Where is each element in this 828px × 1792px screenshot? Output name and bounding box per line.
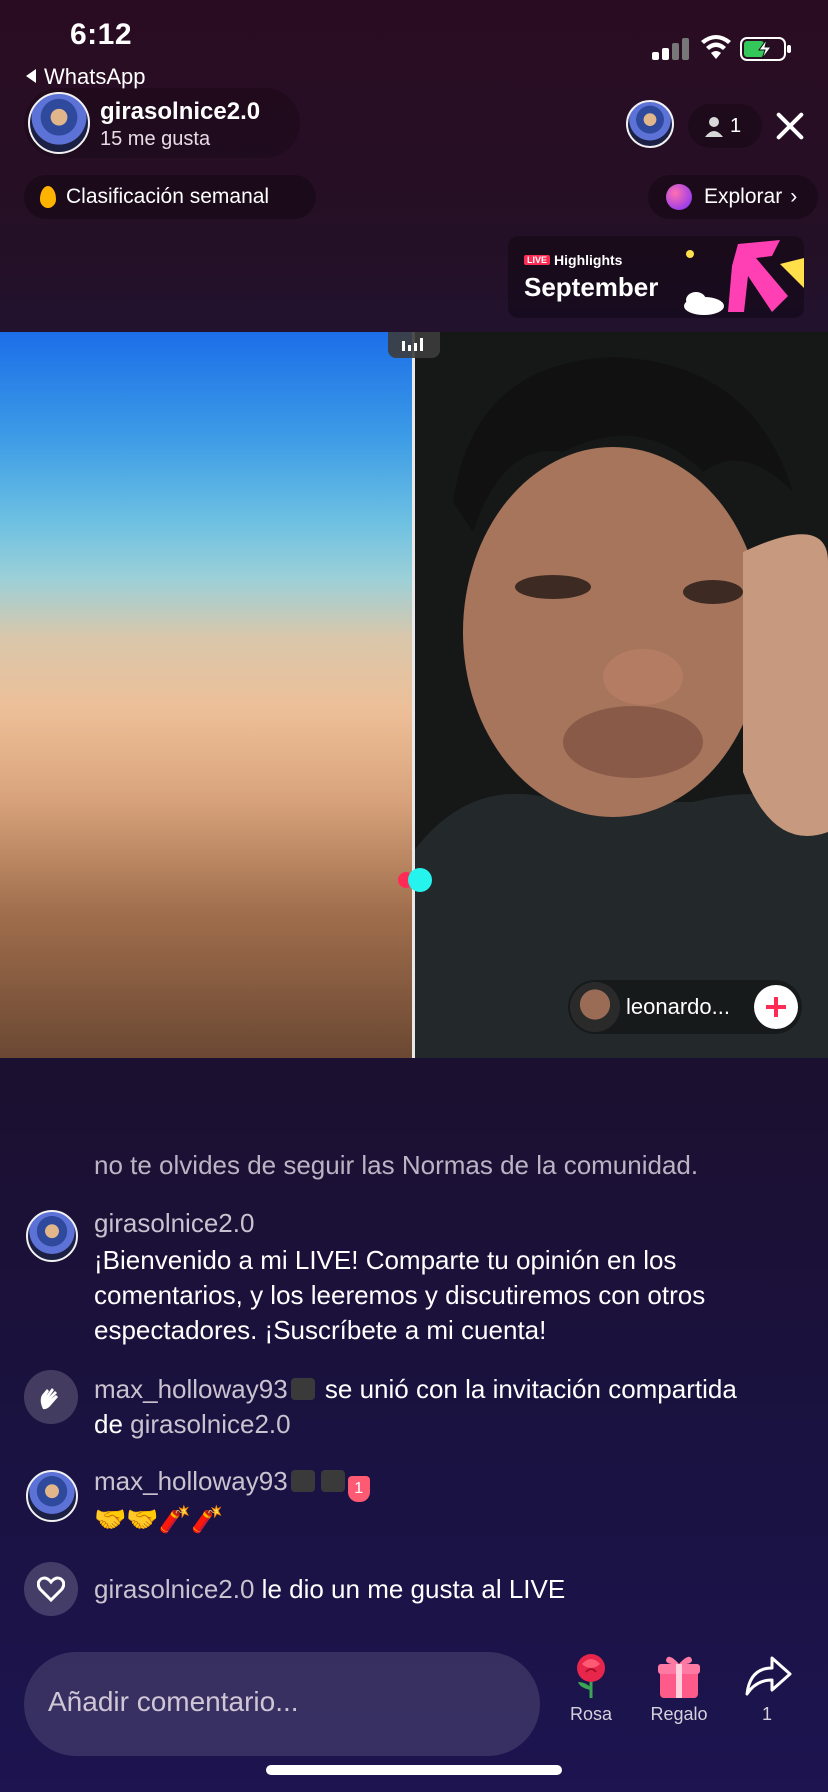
- moderator-badge-icon: [320, 1470, 345, 1492]
- chat-message-text: se unió con la invitación compartida: [324, 1374, 737, 1404]
- home-indicator[interactable]: [266, 1765, 562, 1775]
- cellular-signal-icon: [652, 38, 690, 60]
- rose-button[interactable]: Rosa: [546, 1652, 636, 1756]
- gift-label: Regalo: [650, 1704, 708, 1724]
- guest-info-pill[interactable]: leonardo...: [568, 980, 802, 1034]
- multi-guest-indicator-icon: [398, 868, 434, 892]
- back-app-label: WhatsApp: [44, 64, 146, 89]
- highlights-art-icon: [684, 240, 804, 315]
- waving-hand-icon: [40, 1388, 58, 1410]
- audio-bars-icon: [402, 338, 423, 351]
- chat-message-text: de: [94, 1409, 123, 1439]
- subscriber-badge-icon: [290, 1470, 315, 1492]
- subscriber-badge-icon: [290, 1378, 315, 1400]
- comment-input-placeholder: Añadir comentario...: [48, 1686, 299, 1717]
- planet-icon: [666, 184, 692, 210]
- comment-input[interactable]: Añadir comentario...: [24, 1652, 540, 1756]
- person-icon: [705, 117, 723, 137]
- battery-icon: [740, 36, 792, 62]
- chat-message: max_holloway93 se unió con la invitación…: [94, 1372, 814, 1442]
- rank-badge-icon: 1: [347, 1476, 370, 1502]
- rank-badge-value: 1: [354, 1480, 364, 1497]
- flame-icon: [40, 186, 56, 208]
- chat-message: girasolnice2.0 le dio un me gusta al LIV…: [94, 1572, 794, 1607]
- chat-referrer-username[interactable]: girasolnice2.0: [130, 1409, 290, 1439]
- guest-avatar[interactable]: [570, 982, 620, 1032]
- guest-video-feed[interactable]: [413, 332, 828, 1058]
- gift-icon: [658, 1656, 700, 1698]
- chat-message-text: le dio un me gusta al LIVE: [261, 1574, 566, 1604]
- highlights-banner[interactable]: LIVE Highlights September: [508, 236, 804, 318]
- follow-guest-button[interactable]: [754, 985, 798, 1029]
- guest-name[interactable]: leonardo...: [626, 994, 730, 1020]
- weekly-ranking-label: Clasificación semanal: [66, 185, 270, 208]
- chat-username[interactable]: max_holloway93: [94, 1374, 288, 1404]
- chat-message: max_holloway93 1 🤝🤝🧨🧨: [94, 1464, 794, 1537]
- share-count: 1: [761, 1704, 772, 1724]
- chevron-right-icon: ›: [790, 185, 798, 208]
- status-time: 6:12: [70, 18, 133, 51]
- chat-avatar[interactable]: [26, 1470, 78, 1522]
- live-badge: LIVE: [524, 255, 551, 265]
- audio-level-tab[interactable]: [388, 332, 440, 358]
- rose-icon: [577, 1654, 605, 1698]
- back-to-app-link[interactable]: WhatsApp: [26, 64, 146, 90]
- community-notice: no te olvides de seguir las Normas de la…: [94, 1150, 699, 1180]
- explore-label: Explorar: [704, 185, 783, 208]
- host-likes: 15 me gusta: [100, 128, 211, 150]
- weekly-ranking-button[interactable]: Clasificación semanal: [24, 175, 316, 219]
- host-video-feed[interactable]: [0, 332, 413, 1058]
- share-arrow-icon: [745, 1656, 792, 1696]
- guest-camera-image: [413, 332, 828, 1058]
- highlights-month: September: [524, 272, 659, 302]
- chat-username[interactable]: girasolnice2.0: [94, 1206, 794, 1241]
- chat-message-text: ¡Bienvenido a mi LIVE! Comparte tu opini…: [94, 1245, 706, 1345]
- viewer-count: 1: [730, 115, 742, 137]
- chat-join-icon: [24, 1370, 78, 1424]
- gift-button[interactable]: Regalo: [634, 1652, 724, 1756]
- host-name[interactable]: girasolnice2.0: [100, 98, 260, 126]
- chat-like-icon: [24, 1562, 78, 1616]
- split-divider: [412, 332, 415, 1058]
- highlights-title: Highlights: [554, 252, 623, 268]
- close-icon[interactable]: [770, 106, 810, 146]
- chat-username[interactable]: girasolnice2.0: [94, 1574, 254, 1604]
- chat-username[interactable]: max_holloway93: [94, 1466, 288, 1496]
- chat-avatar[interactable]: [26, 1210, 78, 1262]
- back-arrow-icon: [26, 69, 36, 83]
- viewer-count-button[interactable]: 1: [688, 104, 762, 148]
- explore-button[interactable]: Explorar ›: [648, 175, 818, 219]
- share-button[interactable]: 1: [722, 1652, 812, 1756]
- host-avatar[interactable]: [28, 92, 90, 154]
- chat-message-text: 🤝🤝🧨🧨: [94, 1504, 224, 1534]
- wifi-icon: [700, 34, 732, 60]
- heart-icon: [37, 1576, 65, 1602]
- chat-message: girasolnice2.0 ¡Bienvenido a mi LIVE! Co…: [94, 1206, 794, 1348]
- rose-label: Rosa: [569, 1704, 613, 1724]
- top-viewer-avatar[interactable]: [626, 100, 674, 148]
